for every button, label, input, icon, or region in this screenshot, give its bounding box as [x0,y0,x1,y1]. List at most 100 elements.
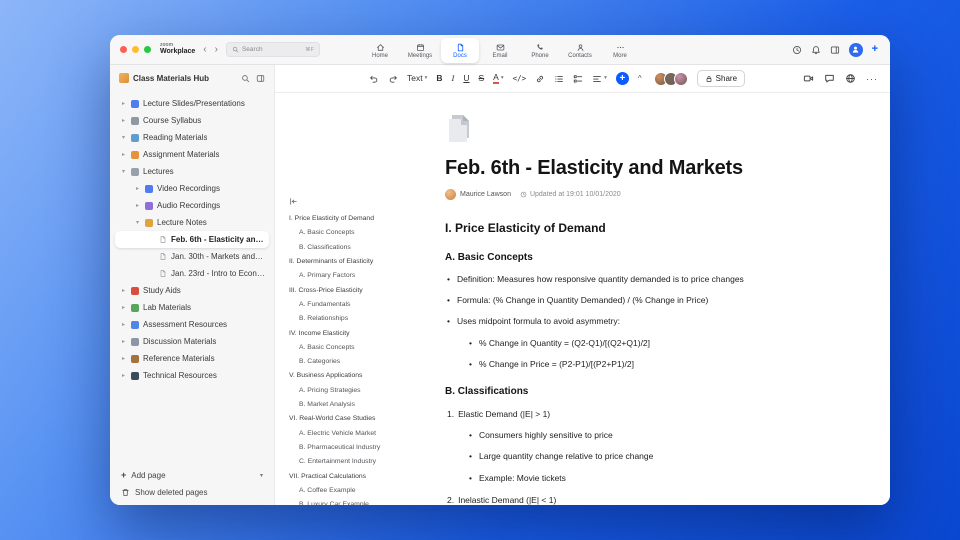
outline-item[interactable]: B. Classifications [289,244,393,252]
outline-item[interactable]: A. Electric Vehicle Market [289,430,393,438]
share-button[interactable]: Share [696,70,746,87]
tab-email[interactable]: Email [481,38,519,63]
layout-panel-button[interactable] [830,45,840,55]
doc-numbered-item[interactable]: 1. Elastic Demand (|E| > 1) [445,409,835,419]
sidebar-item[interactable]: ▸ Reference Materials [115,350,269,367]
chevron-right-icon[interactable]: ▸ [120,321,127,328]
outline-item[interactable]: B. Pharmaceutical Industry [289,444,393,452]
chevron-right-icon[interactable]: ▸ [120,287,127,294]
new-button[interactable]: + [872,44,878,55]
chevron-right-icon[interactable]: ▸ [120,100,127,107]
chevron-right-icon[interactable]: ▸ [120,304,127,311]
outline-item[interactable]: B. Relationships [289,315,393,323]
sidebar-item[interactable]: ▸ Audio Recordings [115,197,269,214]
sidebar-item[interactable]: ▸ Study Aids [115,282,269,299]
outline-item[interactable]: A. Basic Concepts [289,229,393,237]
doc-bullet-item[interactable]: Formula: (% Change in Quantity Demanded)… [445,295,835,305]
sidebar-search-button[interactable] [241,74,250,83]
bold-button[interactable]: B [436,74,442,83]
doc-numbered-item[interactable]: 2. Inelastic Demand (|E| < 1) [445,495,835,505]
insert-button[interactable]: + [615,72,629,85]
collapse-outline-button[interactable] [289,197,298,206]
outline-item[interactable]: A. Coffee Example [289,487,393,495]
outline-item[interactable]: V. Business Applications [289,372,393,380]
sidebar-item[interactable]: ▸ Course Syllabus [115,112,269,129]
sidebar-item[interactable]: Feb. 6th - Elasticity and M... [115,231,269,248]
doc-bullet-item[interactable]: Uses midpoint formula to avoid asymmetry… [445,316,835,326]
bulleted-list-button[interactable] [554,74,564,84]
expand-pages-button[interactable] [256,74,265,83]
outline-item[interactable]: A. Primary Factors [289,272,393,280]
tab-more[interactable]: More [601,38,639,63]
doc-heading-3[interactable]: A. Basic Concepts [445,252,835,263]
sidebar-item[interactable]: ▾ Lecture Notes [115,214,269,231]
outline-item[interactable]: II. Determinants of Elasticity [289,258,393,266]
maximize-window-button[interactable] [144,46,151,53]
sidebar-item[interactable]: Jan. 30th - Markets and P... [115,248,269,265]
link-button[interactable] [535,74,545,84]
doc-bullet-item[interactable]: % Change in Quantity = (Q2-Q1)/[(Q2+Q1)/… [467,338,835,348]
underline-button[interactable]: U [463,74,469,83]
doc-bullet-item[interactable]: Large quantity change relative to price … [467,451,835,461]
chevron-right-icon[interactable]: ▸ [134,202,141,209]
code-button[interactable]: </> [513,75,527,83]
document-content[interactable]: Feb. 6th - Elasticity and Markets Mauric… [395,93,890,505]
more-options-button[interactable]: ··· [866,74,878,84]
tab-contacts[interactable]: Contacts [561,38,599,63]
chevron-right-icon[interactable]: ▸ [120,372,127,379]
sidebar-item[interactable]: ▾ Reading Materials [115,129,269,146]
sidebar-item[interactable]: ▾ Lectures [115,163,269,180]
forward-button[interactable]: › [215,44,218,55]
tab-meetings[interactable]: Meetings [401,38,439,63]
comment-button[interactable] [824,73,835,84]
sidebar-item[interactable]: Jan. 23rd - Intro to Econo... [115,265,269,282]
record-button[interactable] [803,73,814,84]
back-button[interactable]: ‹ [203,44,206,55]
outline-item[interactable]: III. Cross-Price Elasticity [289,287,393,295]
sidebar-item[interactable]: ▸ Technical Resources [115,367,269,384]
show-deleted-pages-button[interactable]: Show deleted pages [121,488,263,497]
global-search-input[interactable]: Search ⌘F [225,42,320,57]
chevron-right-icon[interactable]: ▸ [120,151,127,158]
doc-bullet-item[interactable]: % Change in Price = (P2-P1)/[(P2+P1)/2] [467,359,835,369]
outline-item[interactable]: B. Luxury Car Example [289,501,393,505]
redo-button[interactable] [388,74,398,84]
align-button[interactable]: ▾ [592,74,607,84]
text-style-dropdown[interactable]: Text ▾ [407,74,427,83]
strikethrough-button[interactable]: S [478,74,484,83]
document-title[interactable]: Feb. 6th - Elasticity and Markets [445,157,835,180]
chevron-down-icon[interactable]: ▾ [120,168,127,175]
undo-button[interactable] [369,74,379,84]
italic-button[interactable]: I [452,74,455,83]
doc-bullet-item[interactable]: Example: Movie tickets [467,473,835,483]
chevron-right-icon[interactable]: ▸ [120,117,127,124]
outline-item[interactable]: B. Market Analysis [289,401,393,409]
close-window-button[interactable] [120,46,127,53]
sidebar-item[interactable]: ▸ Lab Materials [115,299,269,316]
doc-heading-2[interactable]: I. Price Elasticity of Demand [445,221,835,235]
outline-item[interactable]: A. Pricing Strategies [289,387,393,395]
profile-avatar[interactable] [848,42,863,57]
outline-item[interactable]: A. Basic Concepts [289,344,393,352]
minimize-window-button[interactable] [132,46,139,53]
sidebar-item[interactable]: ▸ Discussion Materials [115,333,269,350]
sidebar-item[interactable]: ▸ Assessment Resources [115,316,269,333]
language-button[interactable] [845,73,856,84]
tab-home[interactable]: Home [361,38,399,63]
chevron-down-icon[interactable]: ▾ [120,134,127,141]
collaborator-avatar[interactable] [673,71,688,86]
outline-item[interactable]: B. Categories [289,358,393,366]
tab-phone[interactable]: Phone [521,38,559,63]
chevron-down-icon[interactable]: ▾ [134,219,141,226]
outline-item[interactable]: A. Fundamentals [289,301,393,309]
add-page-button[interactable]: + Add page ▾ [121,470,263,480]
text-color-button[interactable]: A ▾ [493,73,504,85]
sidebar-item[interactable]: ▸ Lecture Slides/Presentations [115,95,269,112]
sidebar-item[interactable]: ▸ Assignment Materials [115,146,269,163]
checklist-button[interactable] [573,74,583,84]
tab-docs[interactable]: Docs [441,38,479,63]
outline-item[interactable]: VII. Practical Calculations [289,473,393,481]
sidebar-item[interactable]: ▸ Video Recordings [115,180,269,197]
outline-item[interactable]: I. Price Elasticity of Demand [289,215,393,223]
outline-item[interactable]: VI. Real-World Case Studies [289,415,393,423]
